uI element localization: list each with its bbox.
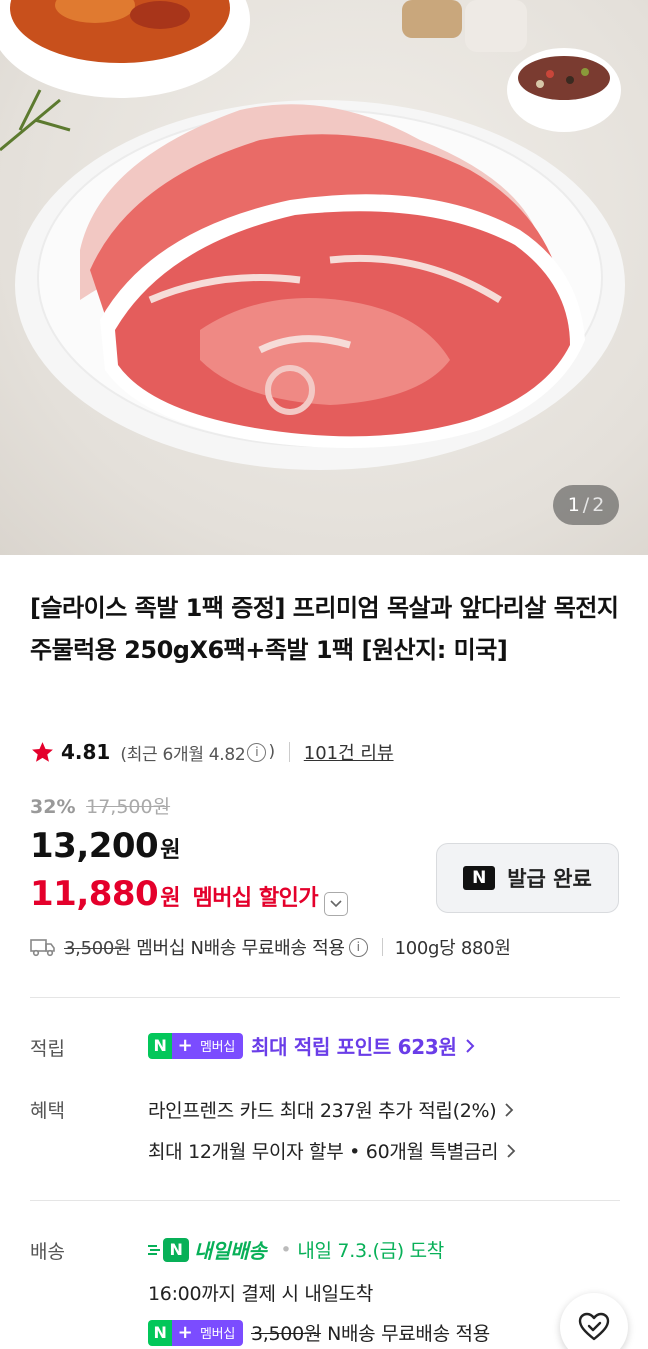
- badge-membership: 멤버십: [198, 1319, 243, 1346]
- benefits-label: 혜택: [30, 1100, 65, 1122]
- chevron-right-icon: [507, 1143, 516, 1158]
- badge-membership: 멤버십: [198, 1032, 243, 1059]
- discount-line: 32% 17,500원: [30, 792, 170, 819]
- star-icon: [32, 741, 53, 762]
- section-divider: [30, 997, 620, 998]
- product-image-gallery[interactable]: 1 / 2: [0, 0, 648, 555]
- sale-price-unit: 원: [160, 838, 180, 863]
- info-icon[interactable]: i: [348, 937, 368, 957]
- unit-price: 100g당 880원: [394, 938, 511, 959]
- points-label: 적립: [30, 1038, 65, 1060]
- installment-text: 최대 12개월 무이자 할부 • 60개월 특별금리: [148, 1141, 499, 1163]
- rating-row: 4.81 (최근 6개월 4.82 i ) 101건 리뷰: [30, 735, 394, 769]
- recent-rating-close: ): [268, 742, 275, 762]
- membership-price-label: 멤버십 할인가: [192, 886, 319, 911]
- truck-icon: [30, 939, 55, 957]
- tomorrow-delivery-badge: N 내일배송: [148, 1235, 267, 1264]
- original-shipping-fee: 3,500원: [64, 938, 131, 959]
- image-page-indicator: 1 / 2: [553, 485, 619, 525]
- original-delivery-fee: 3,500원: [250, 1323, 322, 1345]
- divider: [381, 938, 383, 956]
- max-points: 최대 적립 포인트 623원: [250, 1035, 457, 1059]
- installment-row[interactable]: 최대 12개월 무이자 할부 • 60개월 특별금리: [148, 1137, 518, 1164]
- badge-n: N: [163, 1237, 189, 1262]
- product-title: [슬라이스 족발 1팩 증정] 프리미엄 목살과 앞다리살 목전지 주물럭용 2…: [30, 594, 619, 664]
- shipping-summary: 3,500원 멤버십 N배송 무료배송 적용 i 100g당 880원: [30, 934, 511, 960]
- total-pages: 2: [592, 494, 605, 516]
- chevron-right-icon: [465, 1038, 475, 1053]
- membership-price-value: 11,880: [30, 874, 159, 914]
- coupon-button-label: 발급 완료: [507, 867, 592, 891]
- arrival-date: 내일 7.3.(금) 도착: [297, 1240, 444, 1262]
- membership-price-unit: 원: [160, 886, 181, 911]
- chevron-down-icon: [330, 900, 342, 908]
- discount-rate: 32%: [30, 796, 76, 818]
- naver-n-icon: N: [463, 866, 496, 890]
- card-benefit-row[interactable]: 라인프렌즈 카드 최대 237원 추가 적립(2%): [148, 1096, 516, 1123]
- section-divider: [30, 1200, 620, 1201]
- current-page: 1: [567, 494, 580, 516]
- badge-plus: +: [172, 1032, 198, 1059]
- badge-plus: +: [172, 1319, 198, 1346]
- coupon-issued-button[interactable]: N 발급 완료: [436, 843, 619, 913]
- review-count-link[interactable]: 101건 리뷰: [304, 739, 394, 765]
- naver-plus-membership-badge: N + 멤버십: [148, 1032, 243, 1059]
- original-price: 17,500원: [86, 796, 171, 818]
- delivery-label: 배송: [30, 1241, 65, 1263]
- points-row[interactable]: N + 멤버십 최대 적립 포인트 623원: [148, 1031, 477, 1060]
- delivery-fee-text: N배송 무료배송 적용: [327, 1323, 490, 1345]
- card-benefit-text: 라인프렌즈 카드 최대 237원 추가 적립(2%): [148, 1100, 497, 1122]
- expand-price-button[interactable]: [324, 892, 349, 916]
- cutoff-text: 16:00까지 결제 시 내일도착: [148, 1283, 374, 1305]
- divider: [288, 742, 290, 762]
- chevron-right-icon: [505, 1102, 514, 1117]
- badge-n: N: [148, 1032, 172, 1059]
- separator-dot: •: [280, 1238, 292, 1261]
- delivery-cutoff-row: 16:00까지 결제 시 내일도착: [148, 1279, 373, 1306]
- badge-n: N: [148, 1319, 172, 1346]
- info-icon[interactable]: i: [247, 742, 267, 762]
- sale-price: 13,200원: [30, 826, 180, 866]
- badge-text: 내일배송: [194, 1239, 267, 1263]
- delivery-fee-row: N + 멤버십 3,500원 N배송 무료배송 적용: [148, 1319, 490, 1346]
- speed-lines-icon: [148, 1244, 160, 1255]
- rating-score: 4.81: [61, 740, 111, 764]
- shipping-text: 멤버십 N배송 무료배송 적용: [136, 938, 345, 959]
- membership-price: 11,880 원 멤버십 할인가: [30, 874, 349, 916]
- naver-plus-membership-badge: N + 멤버십: [148, 1319, 243, 1346]
- heart-check-icon: [578, 1312, 610, 1341]
- recent-rating: (최근 6개월 4.82: [120, 744, 246, 765]
- product-photo: [0, 0, 625, 470]
- delivery-arrival-row: N 내일배송 • 내일 7.3.(금) 도착: [148, 1235, 444, 1264]
- sale-price-value: 13,200: [30, 826, 159, 866]
- wishlist-button[interactable]: [560, 1293, 628, 1349]
- page-separator: /: [582, 494, 590, 516]
